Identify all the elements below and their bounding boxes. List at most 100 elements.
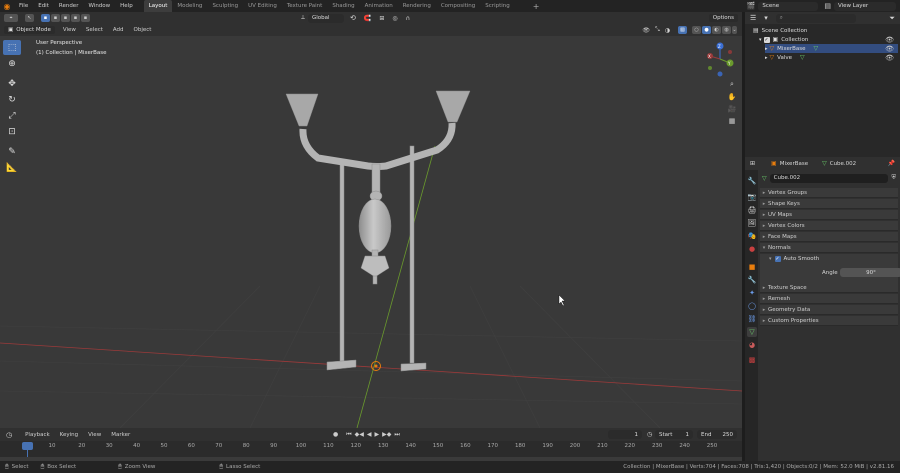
scale-tool-icon[interactable]: ⤢ bbox=[3, 108, 21, 123]
material-shading-icon[interactable]: ◐ bbox=[712, 26, 721, 34]
expand-icon[interactable]: ▸ bbox=[765, 46, 768, 52]
panel-geometry-data[interactable]: ▸ Geometry Data bbox=[760, 305, 898, 315]
clock-icon[interactable]: ◷ bbox=[6, 431, 12, 439]
mixer-mesh[interactable] bbox=[285, 90, 471, 372]
tab-uv-editing[interactable]: UV Editing bbox=[243, 0, 282, 12]
view-layer-tab-icon[interactable]: 🖼 bbox=[747, 218, 757, 228]
measure-tool-icon[interactable]: 📐 bbox=[3, 160, 21, 175]
tab-sculpting[interactable]: Sculpting bbox=[207, 0, 243, 12]
expand-icon[interactable]: ▸ bbox=[765, 55, 768, 61]
current-frame-field[interactable]: 1 bbox=[608, 430, 642, 439]
menu-edit[interactable]: Edit bbox=[33, 3, 54, 9]
gizmo-icon[interactable]: ⤡ bbox=[655, 26, 660, 34]
filter-icon[interactable]: ⏷ bbox=[889, 14, 895, 23]
mesh-data-tab-icon[interactable]: ▽ bbox=[747, 327, 757, 337]
next-keyframe-icon[interactable]: ▶◆ bbox=[382, 431, 391, 438]
proportional-edit-icon[interactable]: ◎ bbox=[392, 15, 397, 22]
mixerbase-visibility-icon[interactable]: 👁 bbox=[885, 45, 894, 53]
tool-tab-icon[interactable]: 🔧 bbox=[747, 176, 757, 186]
scene-collection-row[interactable]: ▤ Scene Collection bbox=[753, 26, 807, 35]
select-tool-icon[interactable]: ↖ bbox=[25, 14, 34, 22]
tab-texture-paint[interactable]: Texture Paint bbox=[282, 0, 328, 12]
record-icon[interactable]: ● bbox=[333, 431, 338, 438]
menu-add[interactable]: Add bbox=[108, 27, 129, 33]
snap-target-icon[interactable]: ⊞ bbox=[379, 15, 384, 22]
move-tool-icon[interactable]: ✥ bbox=[3, 76, 21, 91]
menu-marker[interactable]: Marker bbox=[106, 432, 135, 438]
3d-viewport[interactable]: User Perspective (1) Collection | MixerB… bbox=[0, 36, 742, 428]
object-tab-icon[interactable]: ■ bbox=[747, 262, 757, 272]
rotate-tool-icon[interactable]: ↻ bbox=[3, 92, 21, 107]
prev-keyframe-icon[interactable]: ◆◀ bbox=[355, 431, 364, 438]
panel-vertex-groups[interactable]: ▸ Vertex Groups bbox=[760, 188, 898, 198]
pivot-icon[interactable]: ⟲ bbox=[350, 14, 356, 22]
mesh-datablock-icon[interactable]: ▽ bbox=[762, 175, 767, 182]
collection-row[interactable]: ▾ ✓ ▣ Collection 👁 bbox=[759, 35, 898, 44]
world-tab-icon[interactable]: ● bbox=[747, 244, 757, 254]
gizmo-neg-z-icon[interactable] bbox=[717, 71, 723, 77]
modifier-tab-icon[interactable]: 🔧 bbox=[747, 275, 757, 285]
jump-start-icon[interactable]: ⏮ bbox=[346, 431, 351, 439]
select-box-tool-icon[interactable]: ⬚ bbox=[3, 40, 21, 55]
material-tab-icon[interactable]: ◕ bbox=[747, 340, 757, 350]
expand-icon[interactable]: ▾ bbox=[759, 37, 762, 43]
menu-keying[interactable]: Keying bbox=[55, 432, 83, 438]
panel-normals[interactable]: ▾ Normals bbox=[760, 243, 898, 253]
auto-smooth-checkbox[interactable]: ✓ bbox=[774, 256, 781, 262]
rendered-shading-icon[interactable]: ◍ bbox=[722, 26, 731, 34]
mode-dropdown[interactable]: ▣ Object Mode bbox=[4, 26, 55, 34]
menu-playback[interactable]: Playback bbox=[20, 432, 55, 438]
cursor-tool-icon[interactable]: ⊕ bbox=[3, 56, 21, 71]
filter-display-icon[interactable]: ▾ bbox=[764, 14, 768, 22]
gizmo-neg-x-icon[interactable] bbox=[728, 50, 732, 54]
visibility-icon[interactable]: 👁 bbox=[642, 27, 650, 34]
wireframe-shading-icon[interactable]: ○ bbox=[692, 26, 701, 34]
select-mode-new-icon[interactable]: ▪ bbox=[41, 14, 50, 22]
menu-view[interactable]: View bbox=[58, 27, 81, 33]
transform-orientation-dropdown[interactable]: Global bbox=[308, 13, 345, 23]
tab-compositing[interactable]: Compositing bbox=[436, 0, 480, 12]
zoom-icon[interactable]: ⌕ bbox=[730, 80, 734, 89]
outliner-item-mixerbase[interactable]: ▸ ▽ MixerBase ▽ 👁 bbox=[765, 44, 898, 53]
overlay-icon[interactable]: ◑ bbox=[665, 27, 670, 34]
play-reverse-icon[interactable]: ◀ bbox=[367, 431, 372, 438]
blender-logo-icon[interactable]: ◉ bbox=[0, 0, 14, 12]
timeline-area[interactable]: 1102030405060708090100110120130140150160… bbox=[0, 441, 742, 461]
pin-icon[interactable]: 📌 bbox=[888, 160, 895, 167]
menu-timeline-view[interactable]: View bbox=[83, 432, 106, 438]
end-frame-field[interactable]: End 250 bbox=[697, 430, 737, 439]
texture-tab-icon[interactable]: ▩ bbox=[747, 355, 757, 365]
angle-field[interactable]: 90° bbox=[840, 268, 900, 277]
shading-options-icon[interactable]: ⌄ bbox=[732, 26, 737, 34]
mesh-name-field[interactable]: Cube.002 bbox=[769, 173, 889, 183]
tab-rendering[interactable]: Rendering bbox=[398, 0, 436, 12]
render-tab-icon[interactable]: 📷 bbox=[747, 192, 757, 202]
expand-icon[interactable]: ▾ bbox=[769, 256, 772, 262]
xray-icon[interactable]: ▧ bbox=[678, 26, 687, 34]
annotate-tool-icon[interactable]: ✎ bbox=[3, 144, 21, 159]
gizmo-neg-y-icon[interactable] bbox=[708, 66, 712, 70]
tab-layout[interactable]: Layout bbox=[143, 0, 173, 12]
playhead[interactable] bbox=[22, 442, 33, 450]
select-mode-intersect-icon[interactable]: ▪ bbox=[81, 14, 90, 22]
select-mode-invert-icon[interactable]: ▪ bbox=[71, 14, 80, 22]
menu-window[interactable]: Window bbox=[83, 3, 115, 9]
select-mode-extend-icon[interactable]: ▪ bbox=[51, 14, 60, 22]
panel-remesh[interactable]: ▸ Remesh bbox=[760, 294, 898, 304]
mesh-data-icon[interactable]: ▽ bbox=[814, 45, 819, 52]
menu-object[interactable]: Object bbox=[129, 27, 157, 33]
fake-user-icon[interactable]: ⛨ bbox=[891, 174, 896, 182]
snap-icon[interactable]: 🧲 bbox=[364, 15, 371, 22]
outliner-item-valve[interactable]: ▸ ▽ Valve ▽ 👁 bbox=[765, 53, 898, 62]
constraints-tab-icon[interactable]: ⛓ bbox=[747, 314, 757, 324]
particles-tab-icon[interactable]: ✦ bbox=[747, 288, 757, 298]
output-tab-icon[interactable]: 🖨 bbox=[747, 205, 757, 215]
view-layer-selector[interactable]: View Layer bbox=[834, 1, 896, 11]
outliner-search-input[interactable]: ⌕ bbox=[775, 13, 856, 23]
transform-tool-icon[interactable]: ⊡ bbox=[3, 124, 21, 139]
scene-selector[interactable]: Scene bbox=[758, 1, 819, 11]
select-mode-subtract-icon[interactable]: ▪ bbox=[61, 14, 70, 22]
menu-file[interactable]: File bbox=[14, 3, 33, 9]
tab-modeling[interactable]: Modeling bbox=[172, 0, 207, 12]
preview-range-icon[interactable]: ◷ bbox=[647, 431, 652, 438]
